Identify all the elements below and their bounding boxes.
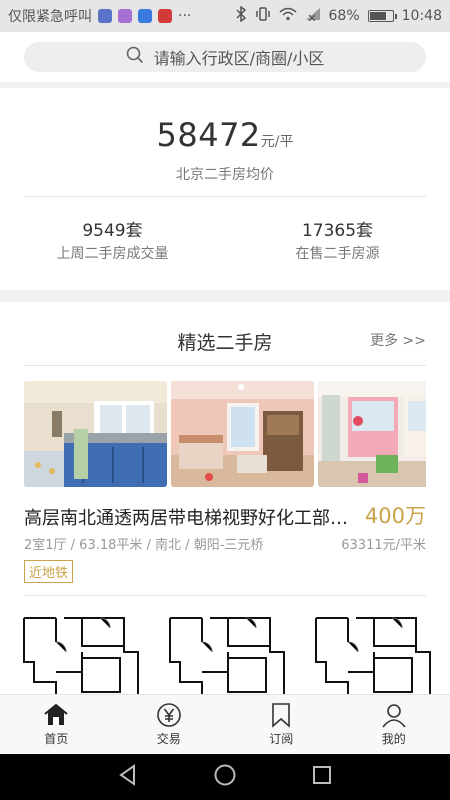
search-icon — [126, 46, 144, 68]
listing-unit-price: 63311元/平米 — [341, 538, 426, 553]
average-price-unit: 元/平 — [260, 134, 294, 150]
on-sale-value: 17365套 — [301, 221, 374, 241]
search-placeholder: 请输入行政区/商圈/小区 — [153, 49, 325, 68]
bookmark-icon — [272, 703, 291, 728]
app-notification-icon — [98, 9, 112, 23]
listing-photo-living-room[interactable] — [318, 381, 426, 487]
divider — [24, 365, 426, 366]
vibrate-icon — [255, 6, 271, 26]
tab-mine[interactable]: 我的 — [338, 695, 450, 754]
weekly-deals-stat[interactable]: 9549套 上周二手房成交量 — [0, 216, 225, 263]
tab-trade[interactable]: 交易 — [113, 695, 226, 754]
tab-label-trade: 交易 — [156, 732, 181, 746]
more-notifications-indicator: ··· — [178, 8, 192, 24]
home-button[interactable] — [213, 763, 237, 791]
listing-meta: 2室1厅 / 63.18平米 / 南北 / 朝阳-三元桥 — [24, 538, 264, 553]
listing-photo-bedroom[interactable] — [171, 381, 314, 487]
subway-tag: 近地铁 — [24, 560, 74, 583]
floor-plan-row[interactable] — [20, 612, 431, 694]
weekly-deals-value: 9549套 — [82, 221, 143, 241]
tab-home[interactable]: 首页 — [0, 695, 113, 754]
market-stats-card: 58472元/平 北京二手房均价 9549套 上周二手房成交量 17365套 在… — [0, 88, 450, 290]
average-price: 58472元/平 — [0, 116, 450, 154]
tab-label-mine: 我的 — [381, 732, 406, 746]
floor-plan-image[interactable] — [166, 612, 294, 694]
floor-plan-image[interactable] — [20, 612, 148, 694]
gallery-notification-icon — [118, 9, 132, 23]
bottom-tab-bar: 首页 交易 订阅 我的 — [0, 694, 450, 754]
average-price-label: 北京二手房均价 — [176, 167, 274, 183]
listing-photo-kitchen[interactable] — [24, 381, 167, 487]
tab-label-subscribe: 订阅 — [269, 732, 294, 746]
recents-square-icon — [312, 766, 331, 784]
home-circle-icon — [214, 764, 236, 786]
signal-icon — [305, 7, 321, 25]
bluetooth-icon — [235, 5, 247, 26]
recents-button[interactable] — [310, 763, 334, 791]
wifi-icon — [279, 7, 297, 25]
floor-plan-image[interactable] — [312, 612, 440, 694]
average-price-value: 58472 — [156, 116, 261, 154]
weekly-deals-label: 上周二手房成交量 — [56, 246, 169, 262]
back-button[interactable] — [116, 763, 140, 791]
search-input[interactable]: 请输入行政区/商圈/小区 — [24, 42, 426, 72]
user-icon — [382, 704, 406, 728]
status-bar: 仅限紧急呼叫 ··· 68% 10:48 — [0, 0, 450, 32]
tab-label-home: 首页 — [44, 732, 69, 746]
system-navigation-bar — [0, 754, 450, 800]
listing-price: 400万 — [364, 504, 426, 528]
carrier-text: 仅限紧急呼叫 — [8, 9, 92, 25]
heart-notification-icon — [138, 9, 152, 23]
back-triangle-icon — [119, 764, 136, 786]
battery-percent: 68% — [328, 8, 360, 24]
search-area: 请输入行政区/商圈/小区 — [0, 32, 450, 82]
clock: 10:48 — [401, 8, 442, 24]
yen-icon — [156, 703, 181, 727]
tab-subscribe[interactable]: 订阅 — [225, 695, 338, 754]
on-sale-stat[interactable]: 17365套 在售二手房源 — [225, 216, 450, 263]
divider — [24, 196, 426, 197]
featured-listings-section: 精选二手房 更多 >> 高层南北通透两居带电梯视野好化工部… 400万 2室1厅… — [0, 302, 450, 694]
on-sale-label: 在售二手房源 — [295, 246, 380, 262]
home-icon — [44, 703, 68, 725]
divider — [24, 595, 426, 596]
listing-photo-carousel[interactable] — [24, 381, 426, 487]
listing-title[interactable]: 高层南北通透两居带电梯视野好化工部… — [24, 504, 360, 530]
more-link[interactable]: 更多 >> — [370, 330, 426, 350]
battery-icon — [367, 10, 397, 22]
huawei-notification-icon — [158, 9, 172, 23]
